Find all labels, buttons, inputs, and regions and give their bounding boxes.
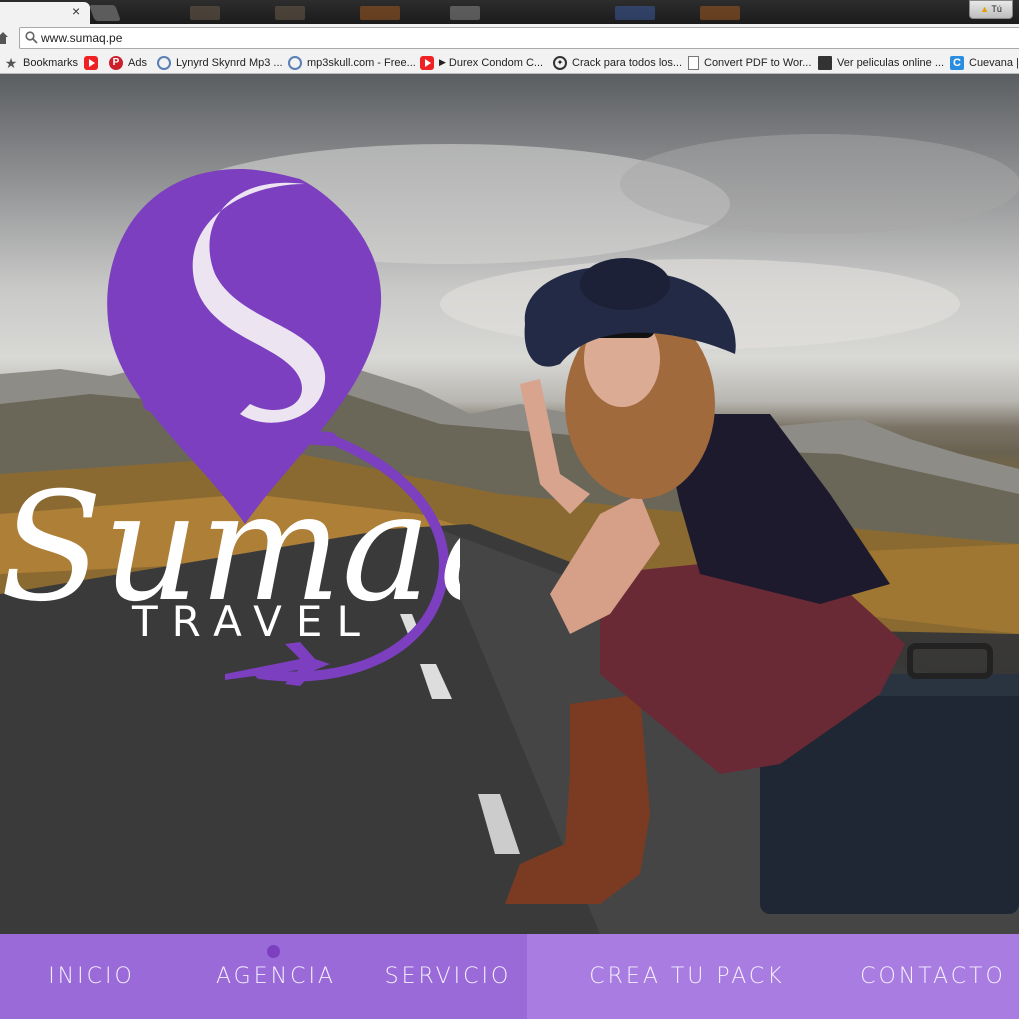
bookmark-crack[interactable]: ✦ Crack para todos los... <box>553 54 682 71</box>
background-tab[interactable] <box>190 6 220 20</box>
nav-item-servicio[interactable]: SERVICIO <box>369 934 527 1019</box>
new-tab-button[interactable] <box>89 5 121 21</box>
profile-button[interactable]: ▲ Tú <box>969 0 1013 19</box>
bookmark-durex[interactable]: ▶ Durex Condom C... <box>420 54 543 71</box>
globe-icon <box>288 55 302 70</box>
bookmark-bookmarks[interactable]: ★ Bookmarks <box>4 54 78 71</box>
youtube-icon <box>420 55 434 70</box>
film-icon <box>818 55 832 70</box>
search-icon <box>25 31 38 44</box>
nav-item-label: CREA TU PACK <box>589 964 785 989</box>
main-navigation: INICIO AGENCIA SERVICIO CREA TU PACK CON… <box>0 934 1019 1019</box>
nav-item-agencia[interactable]: AGENCIA <box>183 934 369 1019</box>
bookmark-ads[interactable]: P Ads <box>109 54 147 71</box>
address-bar[interactable]: www.sumaq.pe <box>19 27 1019 49</box>
bookmark-cuevana[interactable]: C Cuevana | <box>950 54 1019 71</box>
star-icon: ★ <box>4 54 18 71</box>
bookmark-peliculas[interactable]: Ver peliculas online ... <box>818 54 944 71</box>
bookmark-mp3skull[interactable]: mp3skull.com - Free... <box>288 54 416 71</box>
youtube-icon <box>84 55 98 70</box>
background-tab[interactable] <box>360 6 400 20</box>
nav-item-inicio[interactable]: INICIO <box>0 934 183 1019</box>
bookmark-convert-pdf[interactable]: Convert PDF to Wor... <box>686 54 811 71</box>
background-tab[interactable] <box>615 6 655 20</box>
nav-item-crea-tu-pack[interactable]: CREA TU PACK <box>527 934 847 1019</box>
nav-item-label: CONTACTO <box>860 964 1006 989</box>
background-tab[interactable] <box>700 6 740 20</box>
globe-icon <box>157 55 171 70</box>
logo-subtitle: TRAVEL <box>131 597 374 646</box>
url-text: www.sumaq.pe <box>41 31 123 45</box>
cuevana-icon: C <box>950 55 964 70</box>
tab-close-icon[interactable]: × <box>72 2 80 20</box>
browser-tabstrip: × ▲ Tú <box>0 0 1019 24</box>
home-icon[interactable] <box>0 31 8 45</box>
background-tab[interactable] <box>275 6 305 20</box>
profile-label: Tú <box>991 4 1002 14</box>
document-icon <box>688 55 699 70</box>
warning-icon: ▲ <box>980 4 990 14</box>
sumaq-travel-logo[interactable]: Sumaq TRAVEL <box>0 74 460 714</box>
background-tab[interactable] <box>450 6 480 20</box>
bookmark-lynyrd[interactable]: Lynyrd Skynrd Mp3 ... <box>157 54 283 71</box>
nav-item-label: INICIO <box>48 964 135 989</box>
browser-toolbar: www.sumaq.pe <box>0 24 1019 52</box>
crack-icon: ✦ <box>553 55 567 70</box>
bookmark-youtube[interactable] <box>84 54 103 71</box>
nav-item-label: SERVICIO <box>384 964 512 989</box>
pinterest-icon: P <box>109 55 123 70</box>
bookmarks-bar: ★ Bookmarks P Ads Lynyrd Skynrd Mp3 ... mp… <box>0 52 1019 74</box>
nav-item-label: AGENCIA <box>216 964 336 989</box>
nav-item-contacto[interactable]: CONTACTO <box>847 934 1019 1019</box>
